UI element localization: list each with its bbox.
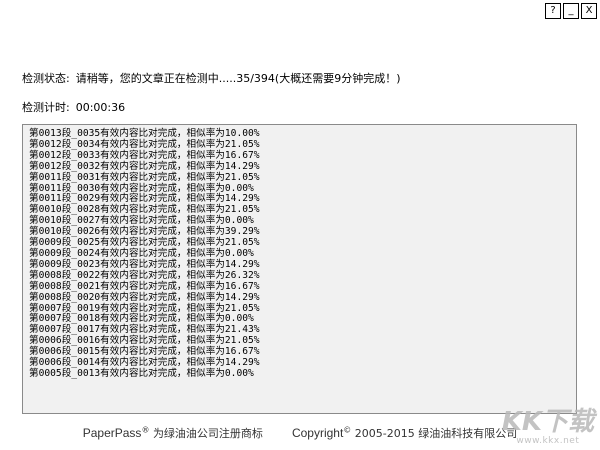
brand-name: PaperPass [82,426,142,440]
copyright-label: Copyright [291,426,344,440]
minimize-button[interactable]: _ [563,3,579,19]
help-button[interactable]: ? [545,3,561,19]
status-message: 请稍等，您的文章正在检测中.....35/394(大概还需要9分钟完成！) [75,72,401,85]
registered-mark: ® [141,425,150,435]
log-line: 第0008段_0021有效内容比对完成，相似率为16.67% [29,280,260,292]
close-button[interactable]: X [581,3,597,19]
log-line: 第0005段_0013有效内容比对完成，相似率为0.00% [29,367,254,379]
log-line: 第0012段_0032有效内容比对完成，相似率为14.29% [29,160,260,172]
log-line: 第0011段_0031有效内容比对完成，相似率为21.05% [29,171,260,183]
watermark-logo: KK下载 [501,407,594,437]
detection-log[interactable]: 第0013段_0035有效内容比对完成，相似率为10.00% 第0012段_003… [22,124,577,414]
log-line: 第0008段_0020有效内容比对完成，相似率为14.29% [29,291,260,303]
copyright-symbol: © [343,425,352,435]
copyright-text: 2005-2015 绿油油科技有限公司 [354,427,518,440]
detection-timer: 检测计时: 00:00:36 [22,99,125,115]
window-controls: ? _ X [545,3,597,19]
detection-status: 检测状态: 请稍等，您的文章正在检测中.....35/394(大概还需要9分钟完成… [22,70,400,86]
trademark-text: 为绿油油公司注册商标 [152,427,263,440]
timer-value: 00:00:36 [75,101,126,114]
watermark-url: www.kkx.net [516,436,580,446]
watermark: KK下载 www.kkx.net [502,408,594,446]
status-label: 检测状态: [22,72,70,85]
timer-label: 检测计时: [22,101,70,114]
